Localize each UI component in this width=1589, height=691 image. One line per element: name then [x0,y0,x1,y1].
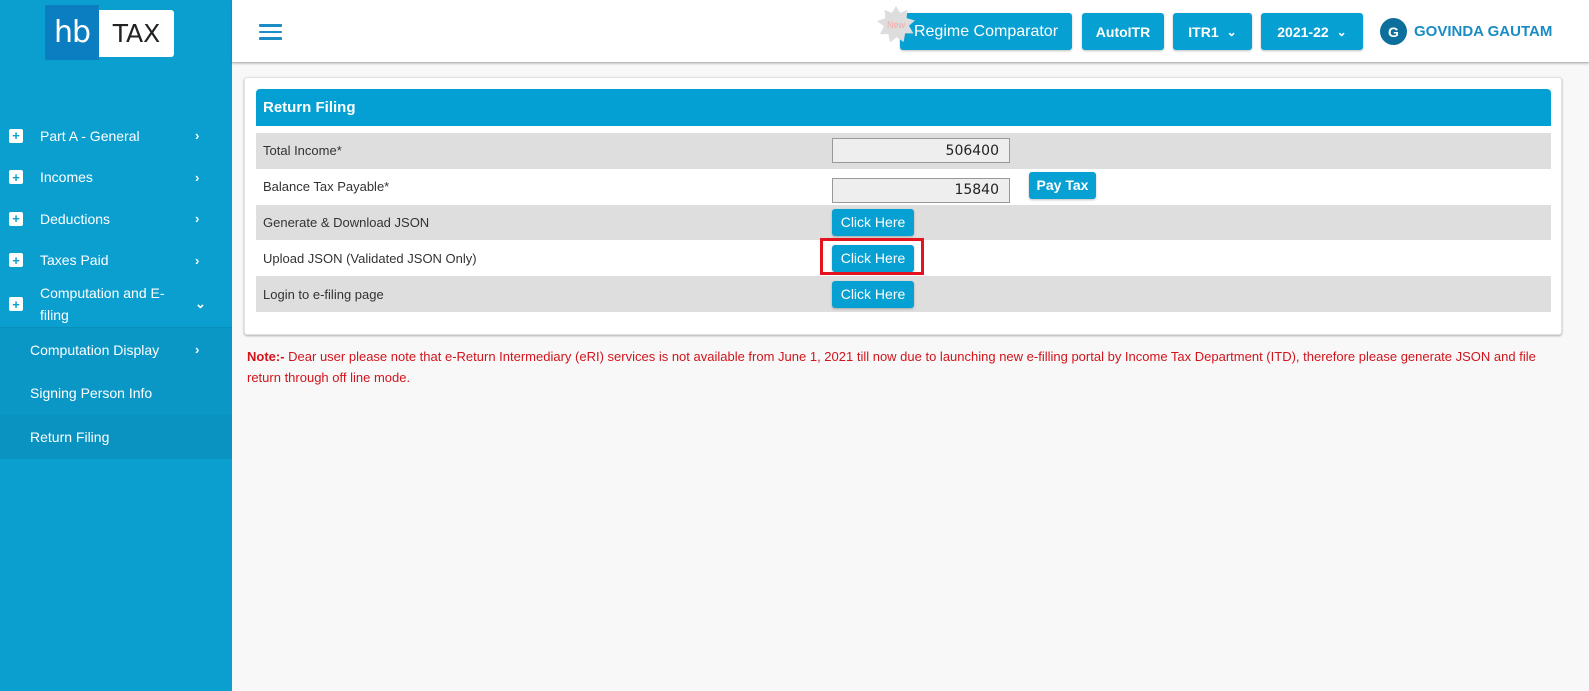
chevron-right-icon: › [195,211,200,227]
sidebar-item-computation-and-efiling[interactable]: + Computation and E-filing ⌄ [0,281,232,327]
chevron-right-icon: › [195,128,200,144]
plus-icon: + [9,128,23,143]
chevron-down-icon: ⌄ [1226,24,1237,39]
logo-tax: TAX [99,10,174,57]
sidebar-item-label: Deductions [40,210,111,227]
sidebar-subitem-signing-person-info[interactable]: Signing Person Info [0,372,232,416]
plus-icon: + [9,170,23,185]
sidebar-item-part-a-general[interactable]: + Part A - General › [0,115,232,157]
sidebar-subitem-computation-display[interactable]: Computation Display › [0,328,232,372]
avatar: G [1380,18,1407,45]
sidebar-item-label: Taxes Paid [40,252,109,269]
sidebar-subitem-label: Return Filing [30,428,110,445]
row-label: Total Income* [263,143,342,159]
autoitr-button[interactable]: AutoITR [1082,13,1164,50]
row-label: Generate & Download JSON [263,214,430,230]
plus-icon: + [9,297,23,311]
total-income-field[interactable]: 506400 [832,138,1010,164]
sidebar-subitem-label: Computation Display [30,341,160,358]
hbtax-logo[interactable]: hb TAX [45,5,174,60]
user-menu[interactable]: G GOVINDA GAUTAM [1380,18,1552,45]
sidebar-item-label: Part A - General [40,127,140,144]
row-label: Upload JSON (Validated JSON Only) [263,250,477,266]
upload-json-button[interactable]: Click Here [832,244,914,272]
regime-comparator-button[interactable]: Regime Comparator [900,13,1072,50]
year-select-value: 2021-22 [1277,23,1329,40]
row-label: Login to e-filing page [263,286,384,302]
assessment-year-select[interactable]: 2021-22 ⌄ [1261,13,1363,50]
chevron-right-icon: › [195,169,200,185]
sidebar-item-incomes[interactable]: + Incomes › [0,157,232,199]
balance-tax-payable-field[interactable]: 15840 [832,177,1010,203]
table-row-total-income: Total Income* 506400 [256,133,1551,169]
chevron-right-icon: › [195,342,200,358]
table-row-generate-json: Generate & Download JSON Click Here [256,204,1551,241]
note-prefix: Note:- [247,349,285,364]
sidebar-item-deductions[interactable]: + Deductions › [0,198,232,240]
sidebar-subitem-return-filing[interactable]: Return Filing [0,415,232,459]
hamburger-menu-icon[interactable] [259,24,282,40]
chevron-right-icon: › [195,252,200,268]
sidebar-nav: + Part A - General › + Incomes › + Deduc… [0,115,232,459]
regime-comparator-label: Regime Comparator [913,22,1059,40]
autoitr-label: AutoITR [1095,23,1151,40]
card-title: Return Filing [256,89,1551,126]
row-label: Balance Tax Payable* [263,179,390,195]
itr-select-value: ITR1 [1188,23,1219,40]
sidebar-item-label: Incomes [40,169,93,186]
logo-hb: hb [45,5,99,60]
top-header: Regime Comparator New AutoITR ITR1 ⌄ 202… [232,0,1589,63]
itr-form-select[interactable]: ITR1 ⌄ [1173,13,1252,50]
eri-notice: Note:- Dear user please note that e-Retu… [247,346,1547,388]
chevron-down-icon: ⌄ [1336,24,1347,39]
table-row-upload-json: Upload JSON (Validated JSON Only) Click … [256,238,1551,276]
pay-tax-button[interactable]: Pay Tax [1029,171,1096,199]
plus-icon: + [9,211,23,226]
generate-json-button[interactable]: Click Here [832,208,914,236]
sidebar: hb TAX + Part A - General › + Incomes › … [0,0,232,691]
table-row-balance-tax: Balance Tax Payable* 15840 Pay Tax [256,169,1551,205]
sidebar-submenu: Computation Display › Signing Person Inf… [0,327,232,459]
sidebar-subitem-label: Signing Person Info [30,385,153,402]
sidebar-item-label: Computation and E-filing [40,285,165,323]
sidebar-item-taxes-paid[interactable]: + Taxes Paid › [0,240,232,282]
chevron-down-icon: ⌄ [195,296,206,311]
plus-icon: + [9,253,23,268]
return-filing-card: Return Filing Total Income* 506400 Balan… [244,77,1562,335]
note-text: Dear user please note that e-Return Inte… [247,349,1536,385]
table-row-login-efiling: Login to e-filing page Click Here [256,276,1551,312]
login-efiling-button[interactable]: Click Here [832,280,914,308]
return-filing-table: Total Income* 506400 Balance Tax Payable… [256,133,1551,312]
user-name: GOVINDA GAUTAM [1414,23,1553,40]
